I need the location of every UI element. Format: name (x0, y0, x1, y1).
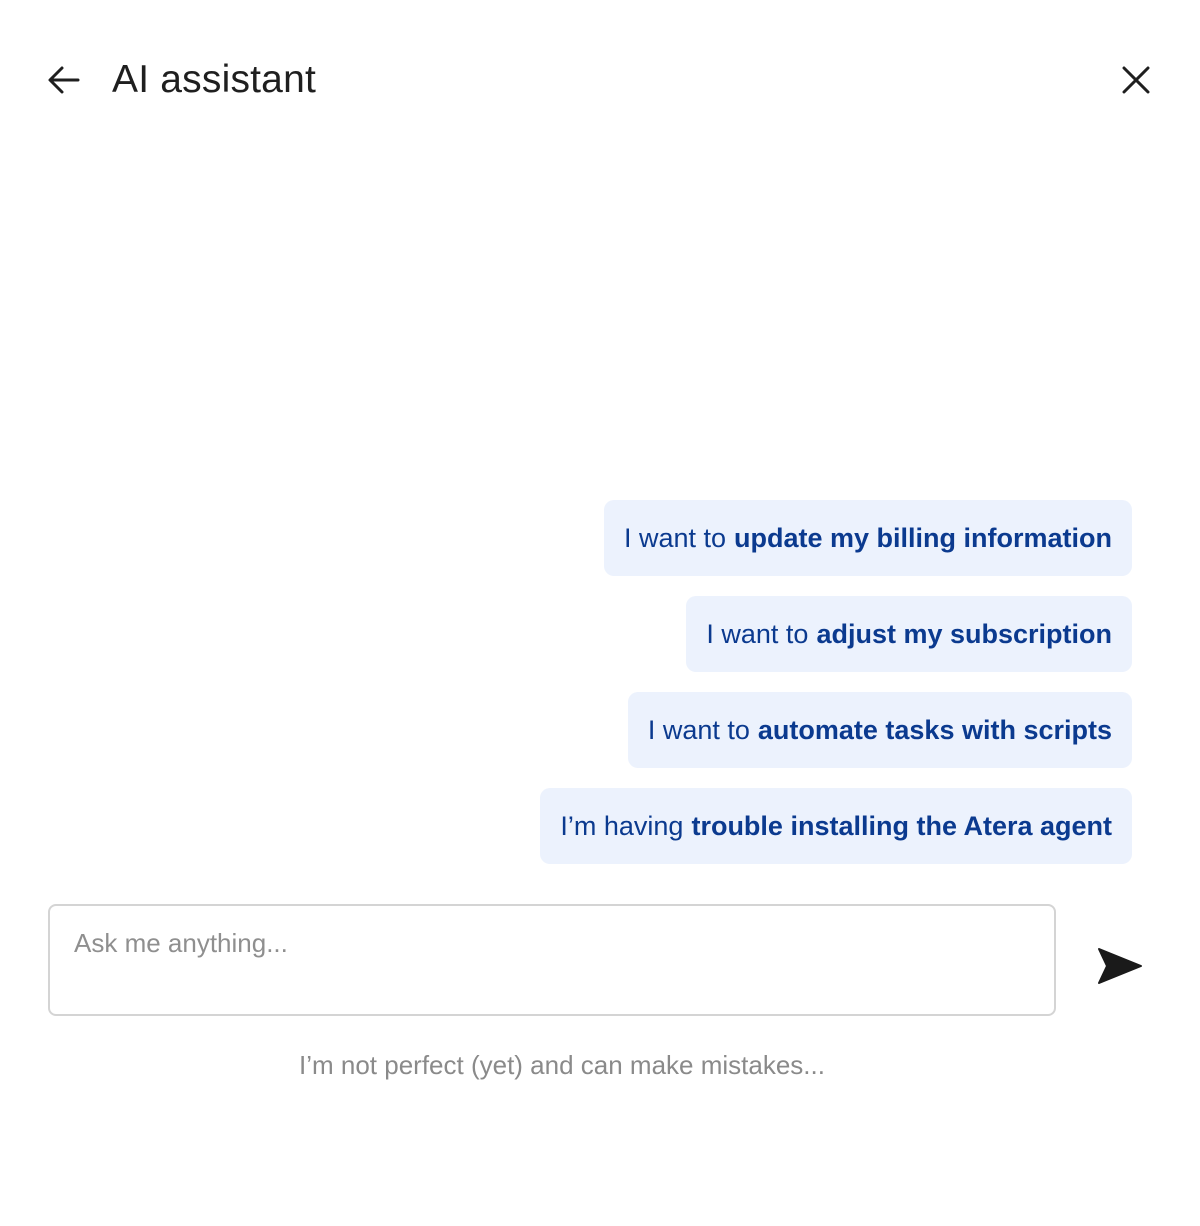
suggestion-emphasis: adjust my subscription (816, 618, 1112, 649)
suggestion-chip-billing[interactable]: I want to update my billing information (603, 500, 1132, 576)
suggestion-prefix: I’m having (560, 810, 684, 841)
close-icon (1122, 66, 1150, 94)
close-button[interactable] (1116, 60, 1156, 100)
suggestion-emphasis: trouble installing the Atera agent (691, 810, 1112, 841)
suggestion-chip-agent-install[interactable]: I’m having trouble installing the Atera … (540, 788, 1132, 864)
suggestion-prefix: I want to (623, 522, 726, 553)
chat-input-container (48, 904, 1056, 1016)
chat-input[interactable] (50, 906, 1054, 1014)
suggestion-chip-scripts[interactable]: I want to automate tasks with scripts (627, 692, 1132, 768)
panel-header: AI assistant (0, 0, 1200, 160)
suggestion-emphasis: automate tasks with scripts (757, 714, 1112, 745)
suggestion-chip-subscription[interactable]: I want to adjust my subscription (686, 596, 1132, 672)
send-icon (1098, 948, 1142, 984)
arrow-left-icon (48, 66, 80, 94)
suggestion-prefix: I want to (706, 618, 809, 649)
back-button[interactable] (44, 60, 84, 100)
page-title: AI assistant (112, 58, 316, 101)
suggestion-prefix: I want to (647, 714, 750, 745)
send-button[interactable] (1094, 940, 1146, 992)
suggestion-emphasis: update my billing information (734, 522, 1112, 553)
suggestion-list: I want to update my billing information … (540, 500, 1132, 864)
ai-assistant-panel: AI assistant I want to update my billing… (0, 0, 1200, 1226)
disclaimer-text: I’m not perfect (yet) and can make mista… (299, 1050, 825, 1080)
